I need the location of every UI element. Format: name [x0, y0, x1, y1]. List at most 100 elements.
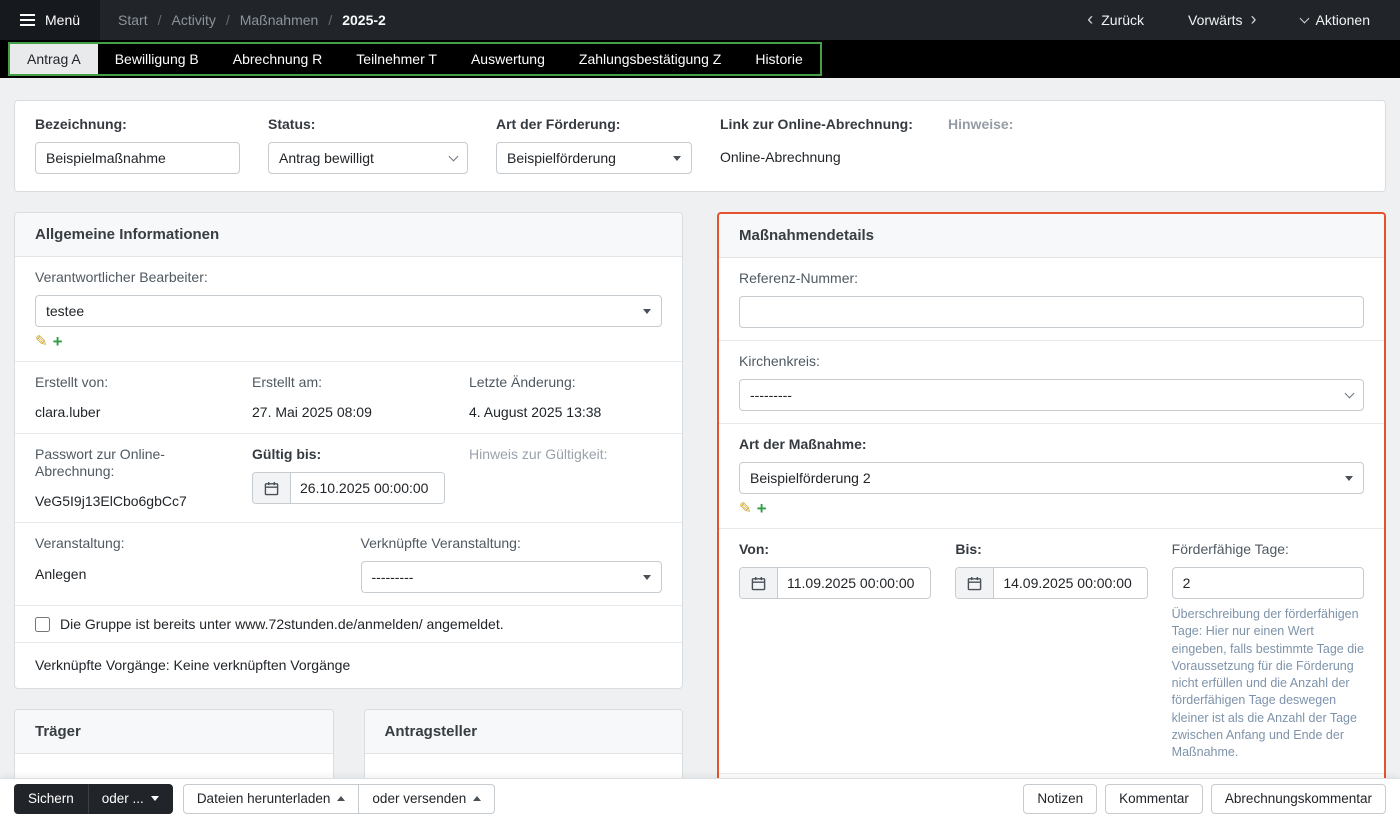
status-select[interactable]: Antrag bewilligt: [268, 142, 468, 174]
tab-teilnehmer[interactable]: Teilnehmer T: [339, 44, 454, 74]
breadcrumb-current: 2025-2: [342, 12, 386, 28]
notizen-button[interactable]: Notizen: [1023, 783, 1098, 814]
status-value: Antrag bewilligt: [279, 150, 374, 166]
hinweise-label: Hinweise:: [948, 116, 1014, 132]
edit-pencil-icon[interactable]: ✎: [35, 334, 48, 349]
send-files-button[interactable]: oder versenden: [358, 783, 496, 814]
tab-auswertung[interactable]: Auswertung: [454, 44, 562, 74]
breadcrumb-massnahmen[interactable]: Maßnahmen: [240, 12, 319, 28]
veranstaltung-anlegen-link[interactable]: Anlegen: [35, 566, 86, 582]
forward-button[interactable]: Vorwärts ›: [1182, 10, 1262, 30]
passwort-label: Passwort zur Online-Abrechnung:: [35, 446, 165, 479]
art-der-massnahme-label: Art der Maßnahme:: [739, 436, 867, 452]
massnahmendetails-title: Maßnahmendetails: [719, 214, 1384, 258]
tab-zahlungsbestaetigung[interactable]: Zahlungsbestätigung Z: [562, 44, 738, 74]
gruppe-angemeldet-label: Die Gruppe ist bereits unter www.72stund…: [60, 616, 504, 632]
tabbar: Antrag A Bewilligung B Abrechnung R Teil…: [0, 40, 1400, 78]
breadcrumb-start[interactable]: Start: [118, 12, 148, 28]
veranstaltung-label: Veranstaltung:: [35, 535, 125, 551]
caret-up-icon: [337, 796, 346, 801]
breadcrumb-separator: /: [157, 12, 162, 28]
breadcrumb-activity[interactable]: Activity: [172, 12, 216, 28]
foerderung-select[interactable]: Beispielförderung: [496, 142, 692, 174]
antragsteller-title: Antragsteller: [364, 710, 682, 754]
files-button-group: Dateien herunterladen oder versenden: [182, 783, 496, 814]
chevron-left-icon: ‹: [1087, 9, 1094, 29]
save-button-group: Sichern oder ...: [14, 783, 173, 814]
von-input[interactable]: [778, 568, 931, 598]
vorgaenge-section: Verknüpfte Vorgänge: Keine verknüpften V…: [15, 643, 682, 688]
bearbeiter-value: testee: [46, 303, 85, 319]
letzte-aenderung-label: Letzte Änderung:: [469, 374, 576, 390]
referenz-nummer-label: Referenz-Nummer:: [739, 270, 859, 286]
gueltig-bis-input[interactable]: [291, 473, 444, 503]
calendar-icon[interactable]: [956, 568, 995, 598]
tab-antrag[interactable]: Antrag A: [10, 44, 98, 74]
gruppe-angemeldet-checkbox[interactable]: [35, 616, 50, 632]
kirchenkreis-label: Kirchenkreis:: [739, 353, 820, 369]
actions-label: Aktionen: [1315, 12, 1370, 28]
letzte-aenderung-value: 4. August 2025 13:38: [469, 404, 602, 420]
bezeichnung-input[interactable]: [35, 142, 240, 174]
save-button[interactable]: Sichern: [14, 783, 88, 814]
abrechnungskommentar-button[interactable]: Abrechnungskommentar: [1210, 783, 1386, 814]
save-options-label: oder ...: [101, 791, 144, 806]
referenz-nummer-input[interactable]: [739, 296, 1364, 328]
bearbeiter-section: Verantwortlicher Bearbeiter: testee ✎ +: [15, 257, 682, 362]
kirchenkreis-select[interactable]: ---------: [739, 379, 1364, 411]
bis-label: Bis:: [955, 541, 982, 557]
menu-button[interactable]: Menü: [0, 0, 101, 40]
calendar-icon[interactable]: [740, 568, 778, 598]
art-der-massnahme-select[interactable]: Beispielförderung 2: [739, 462, 1364, 494]
kirchenkreis-section: Kirchenkreis: ---------: [719, 341, 1384, 424]
foerderfaehige-tage-input[interactable]: [1171, 567, 1364, 599]
verknuepfte-veranstaltung-select[interactable]: ---------: [360, 561, 662, 593]
verknuepfte-veranstaltung-value: ---------: [371, 569, 414, 585]
passwort-section: Passwort zur Online-Abrechnung: VeG5I9j1…: [15, 434, 682, 523]
allgemeine-informationen-title: Allgemeine Informationen: [15, 213, 682, 257]
download-files-button[interactable]: Dateien herunterladen: [182, 783, 360, 814]
download-files-label: Dateien herunterladen: [196, 791, 331, 806]
main-content: Bezeichnung: Status: Antrag bewilligt Ar…: [0, 78, 1400, 818]
chevron-right-icon: ›: [1250, 9, 1257, 29]
erstellt-von-label: Erstellt von:: [35, 374, 109, 390]
bis-input[interactable]: [994, 568, 1147, 598]
left-column: Allgemeine Informationen Verantwortliche…: [14, 212, 683, 795]
actions-dropdown-button[interactable]: Aktionen: [1295, 11, 1376, 29]
save-options-button[interactable]: oder ...: [87, 783, 173, 814]
erstellt-von-value: clara.luber: [35, 404, 101, 420]
add-plus-icon[interactable]: +: [53, 333, 63, 350]
topbar-actions: ‹ Zurück Vorwärts › Aktionen: [1081, 0, 1400, 40]
kommentar-label: Kommentar: [1119, 791, 1189, 806]
caret-down-icon: [643, 308, 651, 314]
breadcrumb-separator: /: [328, 12, 333, 28]
bearbeiter-select[interactable]: testee: [35, 295, 662, 327]
bezeichnung-label: Bezeichnung:: [35, 116, 127, 132]
summary-card: Bezeichnung: Status: Antrag bewilligt Ar…: [14, 100, 1386, 192]
tab-historie[interactable]: Historie: [738, 44, 819, 74]
caret-down-icon: [673, 155, 681, 161]
caret-down-icon: [150, 796, 159, 801]
tab-abrechnung[interactable]: Abrechnung R: [216, 44, 340, 74]
verknuepfte-vorgaenge-text: Verknüpfte Vorgänge: Keine verknüpften V…: [35, 657, 351, 673]
breadcrumb-separator: /: [225, 12, 230, 28]
massnahmendetails-card: Maßnahmendetails Referenz-Nummer: Kirche…: [717, 212, 1386, 789]
notizen-label: Notizen: [1037, 791, 1084, 806]
bis-datepicker: [955, 567, 1148, 599]
caret-up-icon: [473, 796, 482, 801]
back-button[interactable]: ‹ Zurück: [1081, 10, 1150, 30]
gueltig-bis-label: Gültig bis:: [252, 446, 322, 462]
edit-pencil-icon[interactable]: ✎: [739, 501, 752, 516]
chevron-down-icon: [1299, 13, 1309, 23]
add-plus-icon[interactable]: +: [757, 500, 767, 517]
kommentar-button[interactable]: Kommentar: [1105, 783, 1203, 814]
gruppe-angemeldet-row: Die Gruppe ist bereits unter www.72stund…: [15, 606, 682, 643]
abrechnungskommentar-label: Abrechnungskommentar: [1224, 791, 1372, 806]
tab-bewilligung[interactable]: Bewilligung B: [98, 44, 216, 74]
online-abrechnung-link[interactable]: Online-Abrechnung: [720, 149, 920, 165]
zeitraum-section: Von: 11.09.2025 00:00:00 Bis: 14.09.2025…: [719, 529, 1384, 773]
caret-down-icon: [1345, 475, 1353, 481]
hamburger-icon: [20, 14, 35, 26]
verknuepfte-veranstaltung-label: Verknüpfte Veranstaltung:: [360, 535, 521, 551]
calendar-icon[interactable]: [253, 473, 291, 503]
